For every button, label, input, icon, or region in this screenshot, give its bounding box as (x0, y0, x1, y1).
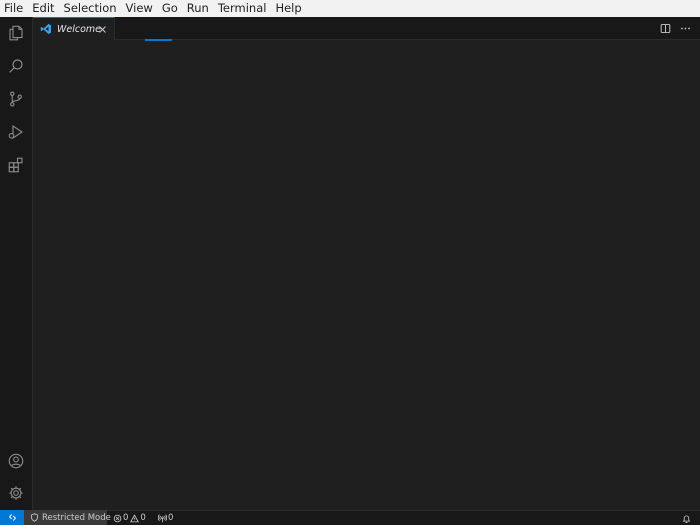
search-icon[interactable] (4, 54, 28, 78)
error-icon (113, 514, 122, 522)
menu-terminal[interactable]: Terminal (214, 0, 272, 17)
menu-selection[interactable]: Selection (60, 0, 122, 17)
extensions-icon[interactable] (4, 153, 28, 177)
activity-bar (0, 17, 33, 510)
explorer-icon[interactable] (4, 21, 28, 45)
status-bar: Restricted Mode 0 0 0 (0, 510, 700, 525)
more-actions-icon[interactable] (678, 21, 692, 35)
shield-icon (30, 513, 39, 522)
remote-indicator-icon[interactable] (0, 510, 24, 525)
loading-progress-bar (145, 39, 172, 41)
vscode-window: File Edit Selection View Go Run Terminal… (0, 0, 700, 525)
source-control-icon[interactable] (4, 87, 28, 111)
manage-gear-icon[interactable] (4, 481, 28, 505)
menu-edit[interactable]: Edit (28, 0, 59, 17)
menu-bar: File Edit Selection View Go Run Terminal… (0, 0, 700, 17)
broadcast-icon (158, 513, 167, 522)
editor-actions (658, 21, 692, 35)
menu-view[interactable]: View (122, 0, 158, 17)
close-icon[interactable] (96, 23, 108, 35)
split-editor-icon[interactable] (658, 21, 672, 35)
warning-count: 0 (140, 513, 146, 523)
tab-welcome[interactable]: Welcome (33, 17, 115, 40)
accounts-icon[interactable] (4, 449, 28, 473)
vscode-logo-icon (39, 22, 53, 36)
warning-icon (130, 513, 140, 522)
run-debug-icon[interactable] (4, 120, 28, 144)
restricted-mode-badge[interactable]: Restricted Mode (24, 510, 111, 525)
notifications-bell-icon[interactable] (680, 512, 692, 524)
ports-indicator[interactable]: 0 (158, 511, 175, 525)
menu-run[interactable]: Run (183, 0, 214, 17)
editor-tab-bar: Welcome (33, 17, 700, 40)
editor-area: Welcome (33, 17, 700, 510)
restricted-mode-label: Restricted Mode (42, 512, 111, 523)
problems-indicator[interactable]: 0 0 (113, 511, 148, 525)
menu-go[interactable]: Go (158, 0, 183, 17)
error-count: 0 (123, 513, 129, 523)
menu-file[interactable]: File (0, 0, 28, 17)
tab-label: Welcome (57, 23, 102, 35)
menu-help[interactable]: Help (271, 0, 306, 17)
ports-count: 0 (168, 513, 174, 523)
